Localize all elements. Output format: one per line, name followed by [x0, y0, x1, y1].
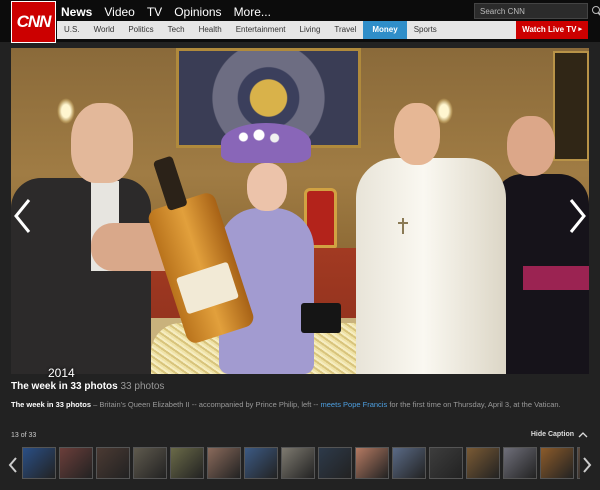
- gallery-title-line: The week in 33 photos 33 photos: [11, 381, 164, 392]
- section-sports[interactable]: Sports: [407, 21, 444, 39]
- top-nav: News Video TV Opinions More...: [61, 5, 271, 19]
- caption-text-1: Britain's Queen Elizabeth II -- accompan…: [99, 400, 319, 409]
- section-living[interactable]: Living: [293, 21, 328, 39]
- search-input[interactable]: [475, 4, 590, 18]
- chevron-up-icon: [578, 432, 588, 438]
- chevron-left-icon: [8, 457, 17, 473]
- thumbnails-prev-arrow[interactable]: [8, 455, 18, 475]
- gallery-thumbnail[interactable]: [429, 447, 463, 479]
- photo-philip-head: [71, 103, 133, 183]
- caption-link[interactable]: meets Pope Francis: [321, 400, 388, 409]
- cnn-gallery-page: CNN News Video TV Opinions More... U.S. …: [0, 0, 600, 490]
- gallery-thumbnail[interactable]: [540, 447, 574, 479]
- gallery-thumbnail[interactable]: [466, 447, 500, 479]
- nav-more[interactable]: More...: [234, 5, 271, 19]
- caption-title: The week in 33 photos: [11, 400, 92, 409]
- previous-photo-arrow[interactable]: [12, 196, 34, 236]
- gallery-thumbnail[interactable]: [133, 447, 167, 479]
- thumbnails-next-arrow[interactable]: [582, 455, 592, 475]
- section-world[interactable]: World: [87, 21, 122, 39]
- next-photo-arrow[interactable]: [566, 196, 588, 236]
- hide-caption-label: Hide Caption: [530, 431, 574, 438]
- watch-live-label: Watch Live TV: [522, 25, 577, 34]
- watch-live-tv-button[interactable]: Watch Live TV ▸: [516, 21, 588, 39]
- gallery-thumbnail[interactable]: [59, 447, 93, 479]
- gallery-thumbnail[interactable]: [355, 447, 389, 479]
- header: CNN News Video TV Opinions More... U.S. …: [0, 0, 600, 43]
- thumbnail-strip: [8, 447, 592, 483]
- photo-priest-sash: [523, 266, 589, 290]
- photo-counter: 13 of 33: [11, 432, 37, 439]
- chevron-right-icon: [569, 199, 586, 233]
- photo-pope: [356, 103, 506, 374]
- gallery-thumbnail[interactable]: [318, 447, 352, 479]
- cnn-logo[interactable]: CNN: [11, 1, 56, 43]
- gallery-thumbnail[interactable]: [96, 447, 130, 479]
- photo-pope-cross: [398, 218, 408, 234]
- section-travel[interactable]: Travel: [327, 21, 363, 39]
- nav-opinions[interactable]: Opinions: [174, 5, 221, 19]
- photo-priest: [493, 116, 589, 374]
- nav-news[interactable]: News: [61, 5, 92, 19]
- nav-tv[interactable]: TV: [147, 5, 162, 19]
- gallery-thumbnail[interactable]: [170, 447, 204, 479]
- gallery-count: 33 photos: [120, 381, 165, 392]
- thumbnail-list: [22, 447, 580, 483]
- section-politics[interactable]: Politics: [121, 21, 160, 39]
- gallery-photo: [11, 48, 589, 374]
- section-money[interactable]: Money: [363, 21, 407, 39]
- photo-queen-handbag: [301, 303, 341, 333]
- chevron-right-icon: [583, 457, 592, 473]
- gallery-thumbnail[interactable]: [244, 447, 278, 479]
- section-nav: U.S. World Politics Tech Health Entertai…: [57, 21, 588, 39]
- search-box: [474, 3, 600, 19]
- nav-video[interactable]: Video: [104, 5, 134, 19]
- hide-caption-button[interactable]: Hide Caption: [531, 431, 588, 438]
- tv-icon: ▸: [578, 26, 582, 33]
- gallery-thumbnail[interactable]: [281, 447, 315, 479]
- photo-bottle-label: [175, 261, 240, 315]
- gallery-thumbnail[interactable]: [22, 447, 56, 479]
- gallery-title: The week in 33 photos: [11, 381, 118, 392]
- photo-queen-face: [247, 163, 287, 211]
- section-tech[interactable]: Tech: [161, 21, 192, 39]
- photo-queen-hat-flowers: [233, 127, 285, 147]
- photo-pope-face: [394, 103, 440, 165]
- photo-prince-philip: [11, 103, 201, 374]
- photo-caption: The week in 33 photos – Britain's Queen …: [11, 399, 589, 410]
- gallery-thumbnail[interactable]: [392, 447, 426, 479]
- section-us[interactable]: U.S.: [57, 21, 87, 39]
- photo-pope-body: [356, 158, 506, 374]
- gallery-thumbnail[interactable]: [577, 447, 580, 479]
- gallery-thumbnail[interactable]: [503, 447, 537, 479]
- section-health[interactable]: Health: [192, 21, 229, 39]
- caption-text-2: for the first time on Thursday, April 3,…: [389, 400, 561, 409]
- gallery-thumbnail[interactable]: [207, 447, 241, 479]
- photo-year: 2014: [48, 366, 75, 380]
- photo-priest-face: [507, 116, 555, 176]
- section-entertainment[interactable]: Entertainment: [229, 21, 293, 39]
- chevron-left-icon: [14, 199, 31, 233]
